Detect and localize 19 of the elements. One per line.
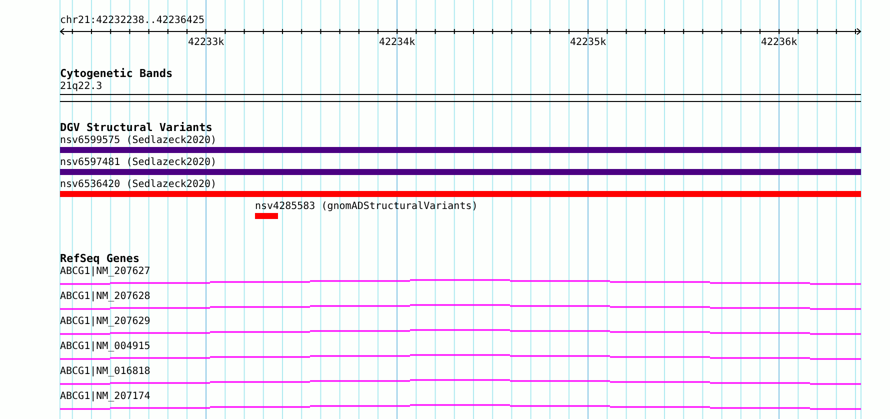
- track-title: RefSeq Genes: [60, 253, 140, 265]
- gene-label: ABCG1|NM_207627: [60, 265, 150, 278]
- tick-label: 42233k: [188, 37, 224, 48]
- variant-label: nsv6599575 (Sedlazeck2020): [60, 134, 217, 147]
- gene-label: ABCG1|NM_207174: [60, 390, 150, 403]
- gene-label: ABCG1|NM_004915: [60, 340, 150, 353]
- tick-label: 42234k: [379, 37, 416, 48]
- band-label: 21q22.3: [60, 80, 102, 93]
- gene-label: ABCG1|NM_207628: [60, 290, 150, 303]
- tick-label: 42235k: [570, 37, 606, 48]
- gene-label: ABCG1|NM_207629: [60, 315, 150, 328]
- track-title: DGV Structural Variants: [60, 122, 212, 134]
- region-label: chr21:42232238..42236425: [60, 14, 204, 28]
- track-title: Cytogenetic Bands: [60, 68, 173, 80]
- variant-label: nsv6597481 (Sedlazeck2020): [60, 156, 217, 169]
- tick-label: 42236k: [761, 37, 798, 48]
- gene-label: ABCG1|NM_016818: [60, 365, 150, 378]
- variant-label: nsv4285583 (gnomADStructuralVariants): [255, 200, 478, 213]
- variant-label: nsv6536420 (Sedlazeck2020): [60, 178, 217, 191]
